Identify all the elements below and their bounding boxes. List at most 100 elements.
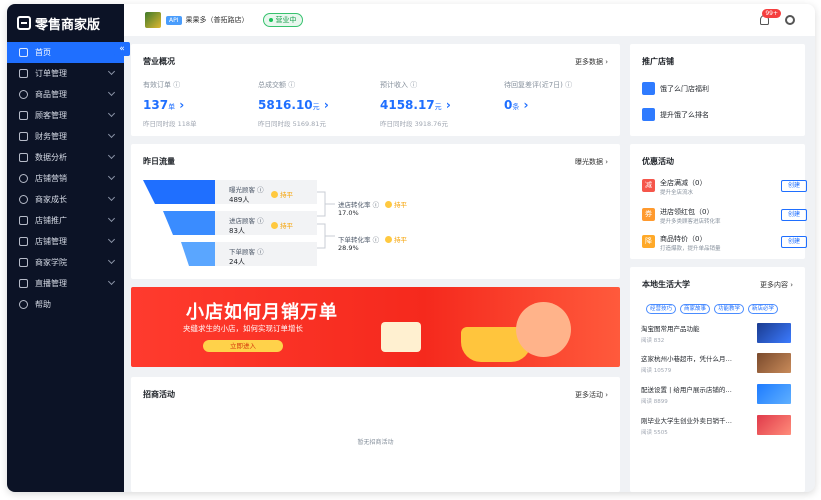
traffic-more-link[interactable]: 曝光数据 ›	[575, 157, 608, 167]
promo-item-label: 提升饿了么排名	[660, 110, 709, 119]
article-item[interactable]: 淘宝图常用产品功能 阅读 832	[641, 323, 801, 351]
article-item[interactable]: 刚毕业大学生创业外卖日销千… 阅读 5505	[641, 415, 801, 443]
create-button[interactable]: 创建	[781, 209, 807, 221]
promo-banner[interactable]: 小店如何月销万单 夹缝求生的小店，如何实现订单增长 立即进入	[131, 287, 620, 367]
bar-chart-icon	[642, 108, 655, 121]
funnel-value: 83人	[229, 227, 245, 235]
banner-enter-button[interactable]: 立即进入	[203, 340, 283, 352]
sidebar-item-label: 商品管理	[35, 90, 67, 99]
live-icon	[19, 279, 28, 288]
sidebar-item-label: 顾客管理	[35, 111, 67, 120]
sidebar-item-home[interactable]: 首页	[7, 42, 124, 63]
sidebar-item-growth[interactable]: 商家成长	[7, 189, 124, 210]
sidebar-item-help[interactable]: 帮助	[7, 294, 124, 315]
kpi-label: 有效订单 ⓘ	[143, 81, 181, 89]
sidebar-item-marketing[interactable]: 店铺营销	[7, 168, 124, 189]
recruit-more-link[interactable]: 更多活动 ›	[575, 390, 608, 400]
university-more-link[interactable]: 更多内容 ›	[760, 280, 793, 290]
status-badge[interactable]: 营业中	[262, 13, 303, 27]
create-button[interactable]: 创建	[781, 236, 807, 248]
sidebar-item-academy[interactable]: 商家学院	[7, 252, 124, 273]
recruit-title: 招商活动	[143, 390, 175, 399]
sidebar-item-store[interactable]: 店铺管理	[7, 231, 124, 252]
trend-text: 持平	[394, 201, 407, 209]
smile-icon	[385, 235, 392, 243]
kpi-total-sales[interactable]: 总成交额 ⓘ 5816.10元 › 昨日同时段 5169.81元	[258, 80, 378, 128]
sidebar-item-analytics[interactable]: 数据分析	[7, 147, 124, 168]
orders-icon	[19, 69, 28, 78]
article-read-count: 阅读 5505	[641, 430, 668, 436]
promote-store-card: 推广店铺 饿了么门店福利 提升饿了么排名	[630, 44, 805, 136]
promo-item-label: 饿了么门店福利	[660, 84, 709, 93]
kpi-valid-orders[interactable]: 有效订单 ⓘ 137单 › 昨日同时段 118单	[143, 80, 263, 128]
api-tag: API	[166, 15, 182, 25]
kpi-label: 总成交额 ⓘ	[258, 81, 296, 89]
sidebar-item-customers[interactable]: 顾客管理	[7, 105, 124, 126]
sidebar-item-label: 数据分析	[35, 153, 67, 162]
tag-merchant-stories[interactable]: 商家故事	[680, 304, 711, 314]
kpi-value-number: 5816.10	[258, 98, 313, 112]
chevron-down-icon	[107, 214, 116, 223]
tag-new-store-essentials[interactable]: 新店必学	[748, 304, 779, 314]
collapse-sidebar-button[interactable]: «	[114, 42, 130, 56]
sidebar-item-finance[interactable]: 财务管理	[7, 126, 124, 147]
funnel-trend: 持平	[271, 189, 293, 199]
promo-item-ranking[interactable]: 提升饿了么排名	[642, 108, 709, 121]
kpi-unit: 元	[312, 103, 320, 111]
promo-item-benefits[interactable]: 饿了么门店福利	[642, 82, 709, 95]
article-title: 淘宝图常用产品功能	[641, 325, 700, 333]
kpi-pending-reviews[interactable]: 待回复差评(近7日) ⓘ 0条 ›	[504, 80, 624, 118]
discount-name: 商品特价（0）	[660, 235, 707, 243]
overview-more-link[interactable]: 更多数据 ›	[575, 57, 608, 67]
gear-icon[interactable]	[785, 15, 795, 25]
more-link-label: 更多活动	[574, 391, 603, 399]
chevron-down-icon	[107, 151, 116, 160]
discount-desc: 提升多类顾客进店转化率	[660, 219, 721, 225]
home-icon	[19, 48, 28, 57]
sidebar-item-live[interactable]: 直播管理	[7, 273, 124, 294]
store-name[interactable]: 果果多（普拓路店）	[186, 15, 249, 25]
recruit-card: 招商活动 更多活动 › 暂无招商活动	[131, 377, 620, 492]
article-title: 这家杭州小巷超市，凭什么月…	[641, 355, 732, 363]
funnel-stage-visit	[163, 211, 215, 235]
article-title: 刚毕业大学生创业外卖日销千…	[641, 417, 732, 425]
discount-name: 进店领红包（0）	[660, 208, 714, 216]
article-read-count: 阅读 8899	[641, 399, 668, 405]
sidebar-item-label: 帮助	[35, 300, 51, 309]
chevron-down-icon	[107, 277, 116, 286]
funnel-label-text: 进店顾客	[229, 217, 255, 225]
sidebar-item-label: 直播管理	[35, 279, 67, 288]
discount-item-store-wide: 减 全店满减（0） 提升全店流水 创建	[642, 177, 807, 201]
discount-icon: 减	[642, 179, 655, 192]
trend-text: 持平	[280, 191, 293, 199]
brand-name: 零售商家版	[35, 17, 101, 33]
tag-business-tips[interactable]: 经营技巧	[646, 304, 677, 314]
kpi-expected-income[interactable]: 预计收入 ⓘ 4158.17元 › 昨日同时段 3918.76元	[380, 80, 500, 128]
smile-icon	[271, 190, 278, 198]
create-button[interactable]: 创建	[781, 180, 807, 192]
kpi-value: 0条 ›	[504, 98, 529, 112]
funnel-label-text: 曝光顾客	[229, 186, 255, 194]
article-item[interactable]: 这家杭州小巷超市，凭什么月… 阅读 10579	[641, 353, 801, 381]
tag-feature-tutorial[interactable]: 功能教学	[714, 304, 745, 314]
overview-title: 营业概况	[143, 57, 175, 66]
sidebar-item-products[interactable]: 商品管理	[7, 84, 124, 105]
sidebar-item-promotion[interactable]: 店铺推广	[7, 210, 124, 231]
discount-item-red-packet: 券 进店领红包（0） 提升多类顾客进店转化率 创建	[642, 206, 807, 230]
funnel-stage-order	[181, 242, 215, 266]
article-thumbnail	[757, 384, 791, 404]
university-title: 本地生活大学	[642, 280, 690, 289]
sidebar-item-label: 首页	[35, 48, 51, 57]
discount-name: 全店满减（0）	[660, 179, 707, 187]
kpi-label: 预计收入 ⓘ	[380, 81, 418, 89]
funnel-label: 进店顾客 ⓘ	[229, 217, 264, 225]
article-item[interactable]: 配送设置 | 给用户展示店铺的… 阅读 8899	[641, 384, 801, 412]
kpi-unit: 条	[512, 103, 520, 111]
funnel-chart	[143, 180, 215, 266]
store-avatar[interactable]	[145, 12, 161, 28]
trend-text: 持平	[394, 236, 407, 244]
sidebar-item-orders[interactable]: 订单管理	[7, 63, 124, 84]
kpi-label: 待回复差评(近7日) ⓘ	[504, 81, 573, 89]
traffic-card: 昨日流量 曝光数据 › 曝光顾客 ⓘ 489人 持平 进店顾客 ⓘ 83人 持平…	[131, 144, 620, 279]
growth-icon	[19, 195, 28, 204]
